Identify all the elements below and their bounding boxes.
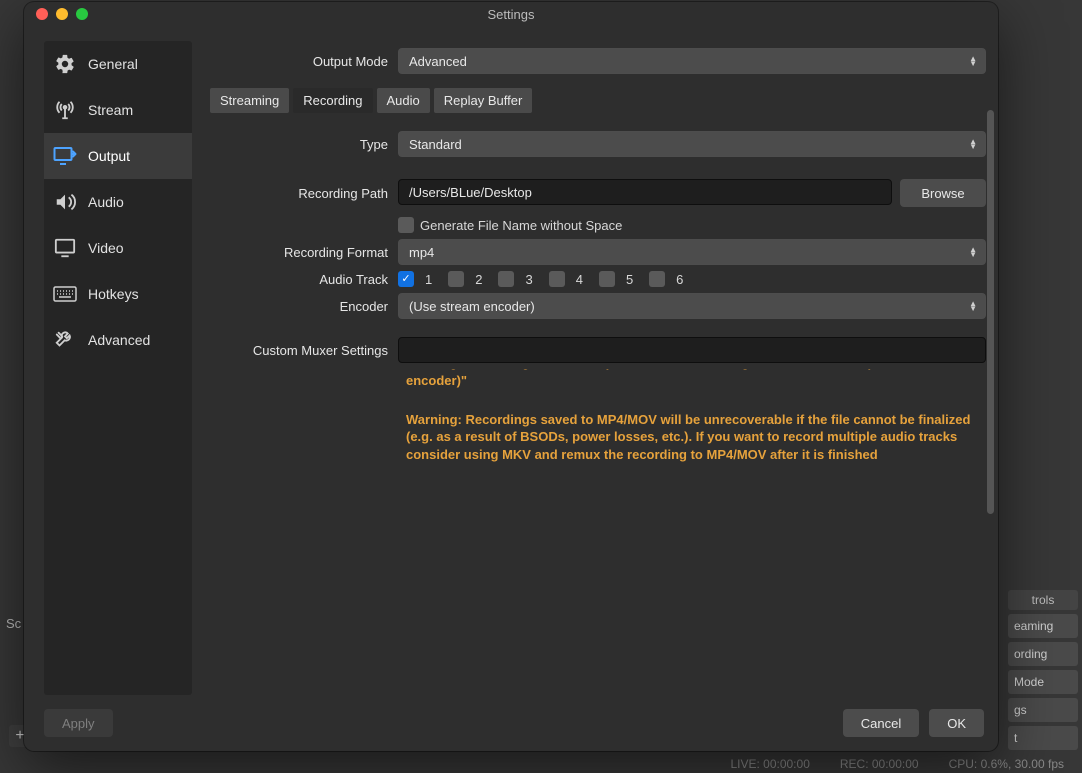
- settings-content: Output Mode Advanced ▲▼ Streaming Record…: [192, 26, 998, 751]
- recording-path-input[interactable]: [398, 179, 892, 205]
- bg-control-mode[interactable]: Mode: [1008, 670, 1078, 694]
- sidebar-item-video[interactable]: Video: [44, 225, 192, 271]
- sidebar-item-label: Advanced: [88, 332, 150, 348]
- bg-control-settings[interactable]: gs: [1008, 698, 1078, 722]
- status-rec: REC: 00:00:00: [840, 757, 919, 773]
- audio-track-label: Audio Track: [210, 272, 398, 287]
- settings-window: Settings General Stream Output: [24, 2, 998, 751]
- audio-track-1-checkbox[interactable]: [398, 271, 414, 287]
- settings-sidebar: General Stream Output Audio: [44, 41, 192, 751]
- status-cpu: CPU: 0.6%, 30.00 fps: [949, 757, 1064, 773]
- type-value: Standard: [409, 137, 462, 152]
- warning-pause-text: Warning: Recordings cannot be paused if …: [406, 369, 986, 389]
- sidebar-item-audio[interactable]: Audio: [44, 179, 192, 225]
- bg-control-streaming[interactable]: eaming: [1008, 614, 1078, 638]
- status-live: LIVE: 00:00:00: [730, 757, 809, 773]
- antenna-icon: [52, 97, 78, 123]
- output-mode-select[interactable]: Advanced ▲▼: [398, 48, 986, 74]
- bg-control-recording[interactable]: ording: [1008, 642, 1078, 666]
- tab-streaming[interactable]: Streaming: [210, 88, 289, 113]
- output-icon: [52, 143, 78, 169]
- gen-filename-checkbox[interactable]: [398, 217, 414, 233]
- sidebar-item-label: General: [88, 56, 138, 72]
- sidebar-item-general[interactable]: General: [44, 41, 192, 87]
- status-bar: LIVE: 00:00:00 REC: 00:00:00 CPU: 0.6%, …: [0, 755, 1082, 773]
- keyboard-icon: [52, 281, 78, 307]
- audio-track-3-label: 3: [525, 272, 532, 287]
- audio-track-3-checkbox[interactable]: [498, 271, 514, 287]
- audio-track-6-checkbox[interactable]: [649, 271, 665, 287]
- recording-format-label: Recording Format: [210, 245, 398, 260]
- gear-icon: [52, 51, 78, 77]
- output-mode-value: Advanced: [409, 54, 467, 69]
- type-label: Type: [210, 137, 398, 152]
- encoder-value: (Use stream encoder): [409, 299, 535, 314]
- type-select[interactable]: Standard ▲▼: [398, 131, 986, 157]
- audio-track-1-label: 1: [425, 272, 432, 287]
- encoder-select[interactable]: (Use stream encoder) ▲▼: [398, 293, 986, 319]
- bg-controls-header: trols: [1008, 590, 1078, 610]
- encoder-label: Encoder: [210, 299, 398, 314]
- chevron-updown-icon: ▲▼: [969, 139, 977, 149]
- sidebar-item-label: Output: [88, 148, 130, 164]
- audio-track-4-checkbox[interactable]: [549, 271, 565, 287]
- recording-format-select[interactable]: mp4 ▲▼: [398, 239, 986, 265]
- ok-button[interactable]: OK: [929, 709, 984, 737]
- window-close-button[interactable]: [36, 8, 48, 20]
- chevron-updown-icon: ▲▼: [969, 301, 977, 311]
- sidebar-item-hotkeys[interactable]: Hotkeys: [44, 271, 192, 317]
- bg-control-exit[interactable]: t: [1008, 726, 1078, 750]
- recording-format-value: mp4: [409, 245, 434, 260]
- tab-recording[interactable]: Recording: [293, 88, 372, 113]
- speaker-icon: [52, 189, 78, 215]
- output-mode-label: Output Mode: [210, 54, 398, 69]
- bg-controls-panel: trols eaming ording Mode gs t: [1008, 590, 1078, 750]
- tab-replay-buffer[interactable]: Replay Buffer: [434, 88, 533, 113]
- window-zoom-button[interactable]: [76, 8, 88, 20]
- sidebar-item-label: Video: [88, 240, 124, 256]
- muxer-label: Custom Muxer Settings: [210, 343, 398, 358]
- sidebar-item-advanced[interactable]: Advanced: [44, 317, 192, 363]
- tab-audio[interactable]: Audio: [377, 88, 430, 113]
- monitor-icon: [52, 235, 78, 261]
- audio-track-4-label: 4: [576, 272, 583, 287]
- sidebar-item-stream[interactable]: Stream: [44, 87, 192, 133]
- chevron-updown-icon: ▲▼: [969, 247, 977, 257]
- apply-button[interactable]: Apply: [44, 709, 113, 737]
- titlebar[interactable]: Settings: [24, 2, 998, 26]
- gen-filename-label: Generate File Name without Space: [420, 218, 622, 233]
- audio-track-5-label: 5: [626, 272, 633, 287]
- audio-track-group: 1 2 3 4 5 6: [398, 271, 986, 287]
- sidebar-item-label: Stream: [88, 102, 133, 118]
- bg-sources-label: Sc: [6, 616, 21, 631]
- window-title: Settings: [24, 7, 998, 22]
- muxer-input[interactable]: [398, 337, 986, 363]
- sidebar-item-output[interactable]: Output: [44, 133, 192, 179]
- warning-mp4-text: . Warning: Recordings saved to MP4/MOV w…: [400, 393, 986, 475]
- chevron-updown-icon: ▲▼: [969, 56, 977, 66]
- sidebar-item-label: Hotkeys: [88, 286, 139, 302]
- audio-track-2-label: 2: [475, 272, 482, 287]
- tools-icon: [52, 327, 78, 353]
- settings-footer: Apply Cancel OK: [24, 699, 998, 751]
- audio-track-6-label: 6: [676, 272, 683, 287]
- window-minimize-button[interactable]: [56, 8, 68, 20]
- browse-button[interactable]: Browse: [900, 179, 986, 207]
- recording-path-label: Recording Path: [210, 186, 398, 201]
- audio-track-2-checkbox[interactable]: [448, 271, 464, 287]
- cancel-button[interactable]: Cancel: [843, 709, 919, 737]
- audio-track-5-checkbox[interactable]: [599, 271, 615, 287]
- output-tabs: Streaming Recording Audio Replay Buffer: [210, 88, 986, 113]
- sidebar-item-label: Audio: [88, 194, 124, 210]
- content-scrollbar[interactable]: [987, 110, 994, 514]
